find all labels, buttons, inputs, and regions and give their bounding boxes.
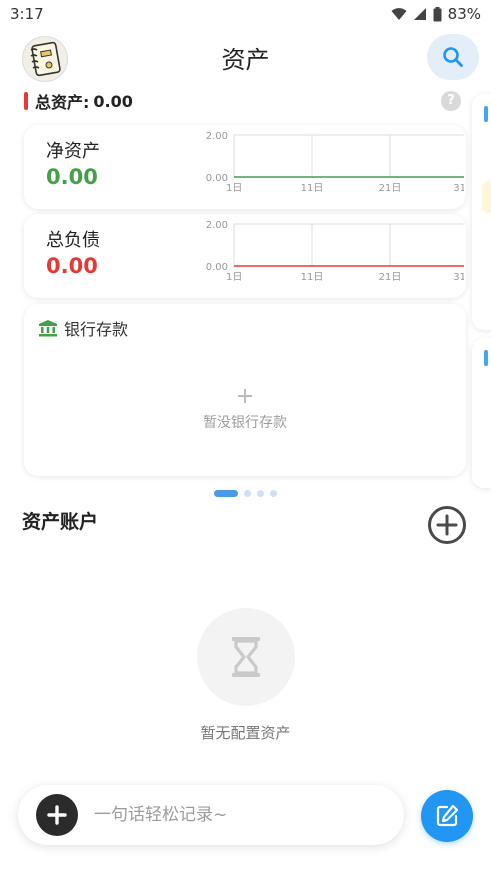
hourglass-icon [231, 637, 260, 677]
next-card-peek-2[interactable] [472, 338, 491, 488]
empty-state: 暂无配置资产 [0, 608, 491, 743]
asset-page: 3:17 83% 资产 总资产: 0.00 ? 净资产 0.00 2.00 0.… [0, 0, 491, 873]
next-card-peek[interactable] [472, 94, 491, 330]
bank-deposits-header: 银行存款 [38, 316, 128, 340]
pager-dot[interactable] [214, 490, 238, 497]
hourglass-circle [196, 608, 295, 706]
total-assets-row: 总资产: 0.00 ? [24, 90, 461, 112]
chart-y-tick-label: 0.00 [206, 262, 228, 273]
chart-y-tick-label: 2.00 [206, 131, 228, 142]
chart-y-tick-label: 2.00 [206, 220, 228, 231]
peek-accent-bar [484, 106, 488, 122]
quick-record-bar [18, 785, 404, 845]
total-debt-card[interactable]: 总负债 0.00 2.000.001日11日21日31日 [24, 214, 466, 298]
pager-dot[interactable] [244, 490, 251, 497]
search-button[interactable] [427, 34, 479, 80]
pager-dots [0, 490, 491, 497]
chart-frame [233, 134, 464, 178]
total-debt-value: 0.00 [46, 254, 98, 278]
bank-empty-text: 暂没银行存款 [203, 415, 287, 431]
chart-x-tick-label: 1日 [226, 183, 242, 194]
total-debt-label: 总负债 [46, 230, 100, 251]
search-icon [443, 47, 463, 67]
status-time: 3:17 [10, 5, 44, 23]
total-assets-value: 0.00 [93, 91, 133, 111]
app-header: 资产 [0, 28, 491, 84]
wifi-icon [391, 8, 407, 20]
empty-state-text: 暂无配置资产 [200, 724, 291, 742]
net-assets-chart: 2.00 0.001日 11日 21日 31日 [206, 131, 464, 194]
status-icons: 83% [391, 5, 481, 23]
chart-x-tick-label: 31日 [453, 272, 464, 283]
bank-icon [39, 320, 57, 337]
bank-empty-state[interactable]: + 暂没银行存款 [24, 386, 466, 432]
add-account-button[interactable] [428, 506, 466, 544]
add-bank-plus: + [235, 384, 255, 409]
pager-dot[interactable] [257, 490, 264, 497]
net-assets-value: 0.00 [46, 165, 98, 189]
asset-accounts-title: 资产账户 [22, 511, 99, 533]
page-title: 资产 [221, 46, 270, 74]
total-assets-label: 总资产: [35, 93, 90, 112]
pager-dot[interactable] [270, 490, 277, 497]
accent-bar [24, 92, 28, 110]
add-record-button[interactable] [36, 794, 78, 836]
chart-frame [233, 223, 464, 267]
edit-icon [436, 804, 459, 827]
bank-deposits-label: 银行存款 [64, 320, 129, 339]
chart-x-tick-label: 11日 [301, 183, 324, 194]
chart-y-tick-label: 0.00 [206, 173, 228, 184]
chart-x-tick-label: 1日 [226, 272, 242, 283]
status-bar: 3:17 83% [0, 0, 491, 28]
peek-highlight [482, 181, 491, 213]
chart-x-tick-label: 21日 [379, 272, 402, 283]
peek-accent-bar-2 [484, 350, 488, 366]
add-circle-icon [436, 514, 458, 536]
signal-icon [413, 8, 426, 20]
chart-x-tick-label: 11日 [301, 272, 324, 283]
chart-x-tick-label: 31日 [453, 183, 464, 194]
quick-record-input[interactable] [94, 799, 384, 831]
chart-x-tick-label: 21日 [379, 183, 402, 194]
edit-button[interactable] [421, 790, 473, 842]
help-icon[interactable]: ? [441, 91, 461, 111]
plus-icon [47, 805, 67, 825]
battery-icon [433, 6, 442, 21]
net-assets-label: 净资产 [46, 141, 100, 162]
bank-deposits-card[interactable]: 银行存款 + 暂没银行存款 [24, 304, 466, 476]
net-assets-card[interactable]: 净资产 0.00 2.000.001日11日21日31日 [24, 125, 466, 209]
total-debt-chart: 2.00 0.001日 11日 21日 31日 [206, 220, 464, 283]
battery-percent: 83% [447, 5, 481, 23]
